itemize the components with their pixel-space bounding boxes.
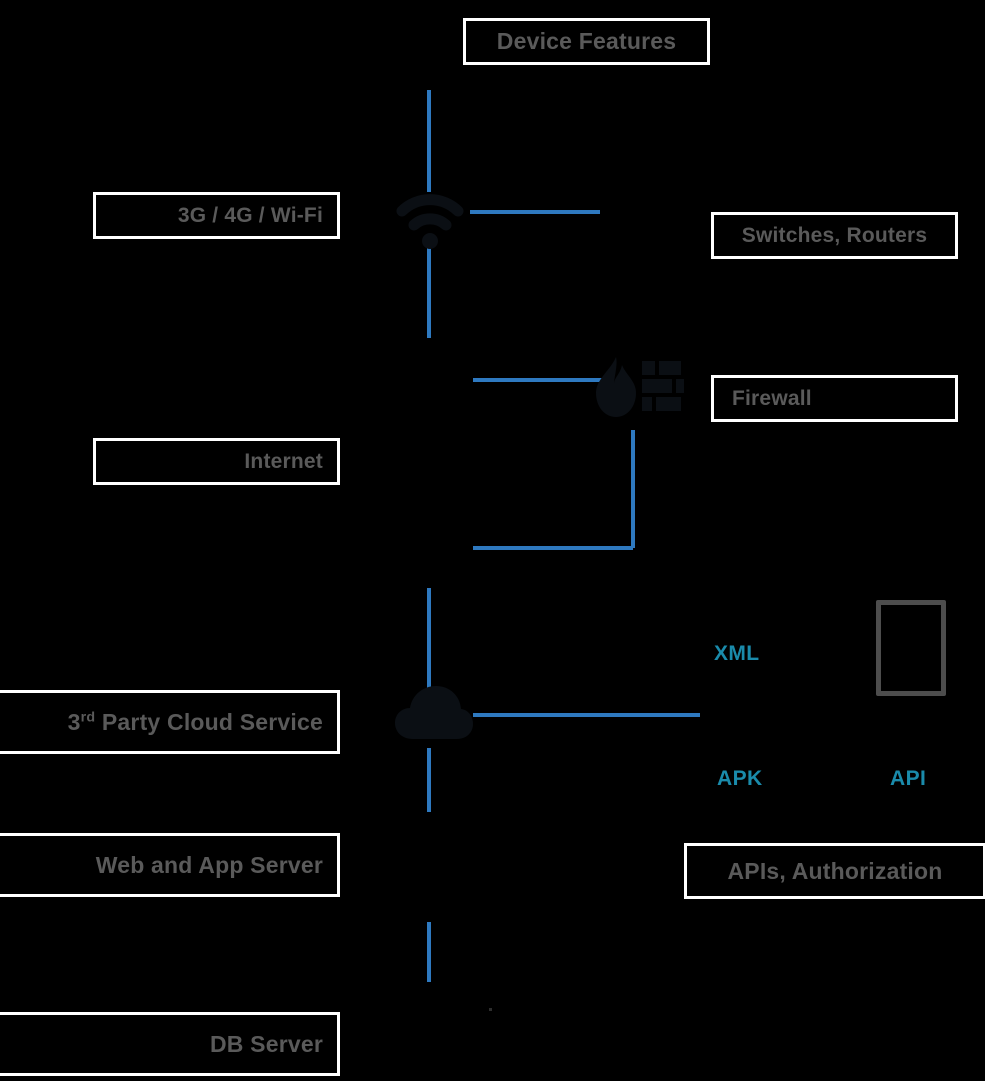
box-db-server[interactable]: DB Server bbox=[0, 1012, 340, 1076]
label-api: API bbox=[890, 767, 927, 790]
connector-wires bbox=[427, 90, 700, 982]
box-apis-authorization-label: APIs, Authorization bbox=[727, 857, 943, 884]
mobile-device-icon bbox=[876, 600, 946, 696]
box-third-party-cloud[interactable]: 3rd Party Cloud Service bbox=[0, 690, 340, 754]
label-apk: APK bbox=[717, 767, 763, 790]
box-network-access-label: 3G / 4G / Wi-Fi bbox=[177, 203, 323, 227]
wifi-icon bbox=[396, 194, 464, 249]
box-firewall[interactable]: Firewall bbox=[711, 375, 958, 422]
box-firewall-label: Firewall bbox=[732, 386, 812, 410]
registration-mark bbox=[489, 1008, 492, 1011]
box-web-app-server[interactable]: Web and App Server bbox=[0, 833, 340, 897]
box-switches-routers-label: Switches, Routers bbox=[741, 223, 928, 247]
box-apis-authorization[interactable]: APIs, Authorization bbox=[684, 843, 985, 899]
cloud-icon bbox=[395, 686, 473, 739]
label-xml: XML bbox=[714, 642, 760, 665]
box-web-app-server-label: Web and App Server bbox=[95, 851, 323, 878]
box-third-party-cloud-label-sup: rd bbox=[80, 708, 96, 725]
box-device-features-label: Device Features bbox=[496, 28, 677, 54]
box-switches-routers[interactable]: Switches, Routers bbox=[711, 212, 958, 259]
box-third-party-cloud-label: 3rd Party Cloud Service bbox=[68, 709, 323, 736]
firewall-icon bbox=[596, 357, 684, 417]
box-internet-label: Internet bbox=[244, 449, 323, 473]
box-device-features[interactable]: Device Features bbox=[463, 18, 710, 65]
box-third-party-cloud-label-prefix: 3 bbox=[67, 708, 81, 735]
box-third-party-cloud-label-rest: Party Cloud Service bbox=[95, 708, 323, 735]
box-network-access[interactable]: 3G / 4G / Wi-Fi bbox=[93, 192, 340, 239]
diagram-canvas: Device Features 3G / 4G / Wi-Fi Internet… bbox=[0, 0, 985, 1081]
box-internet[interactable]: Internet bbox=[93, 438, 340, 485]
box-db-server-label: DB Server bbox=[209, 1030, 323, 1057]
